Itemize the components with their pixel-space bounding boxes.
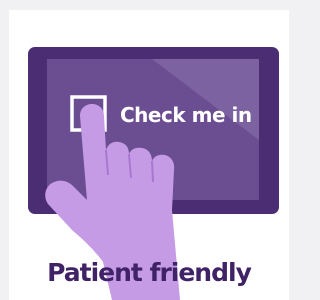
feature-caption: Patient friendly: [47, 258, 252, 287]
tablet-illustration: Check me in: [28, 47, 279, 300]
feature-tile: Check me in Patient friendly: [0, 0, 298, 300]
check-in-button-label: Check me in: [120, 103, 252, 127]
